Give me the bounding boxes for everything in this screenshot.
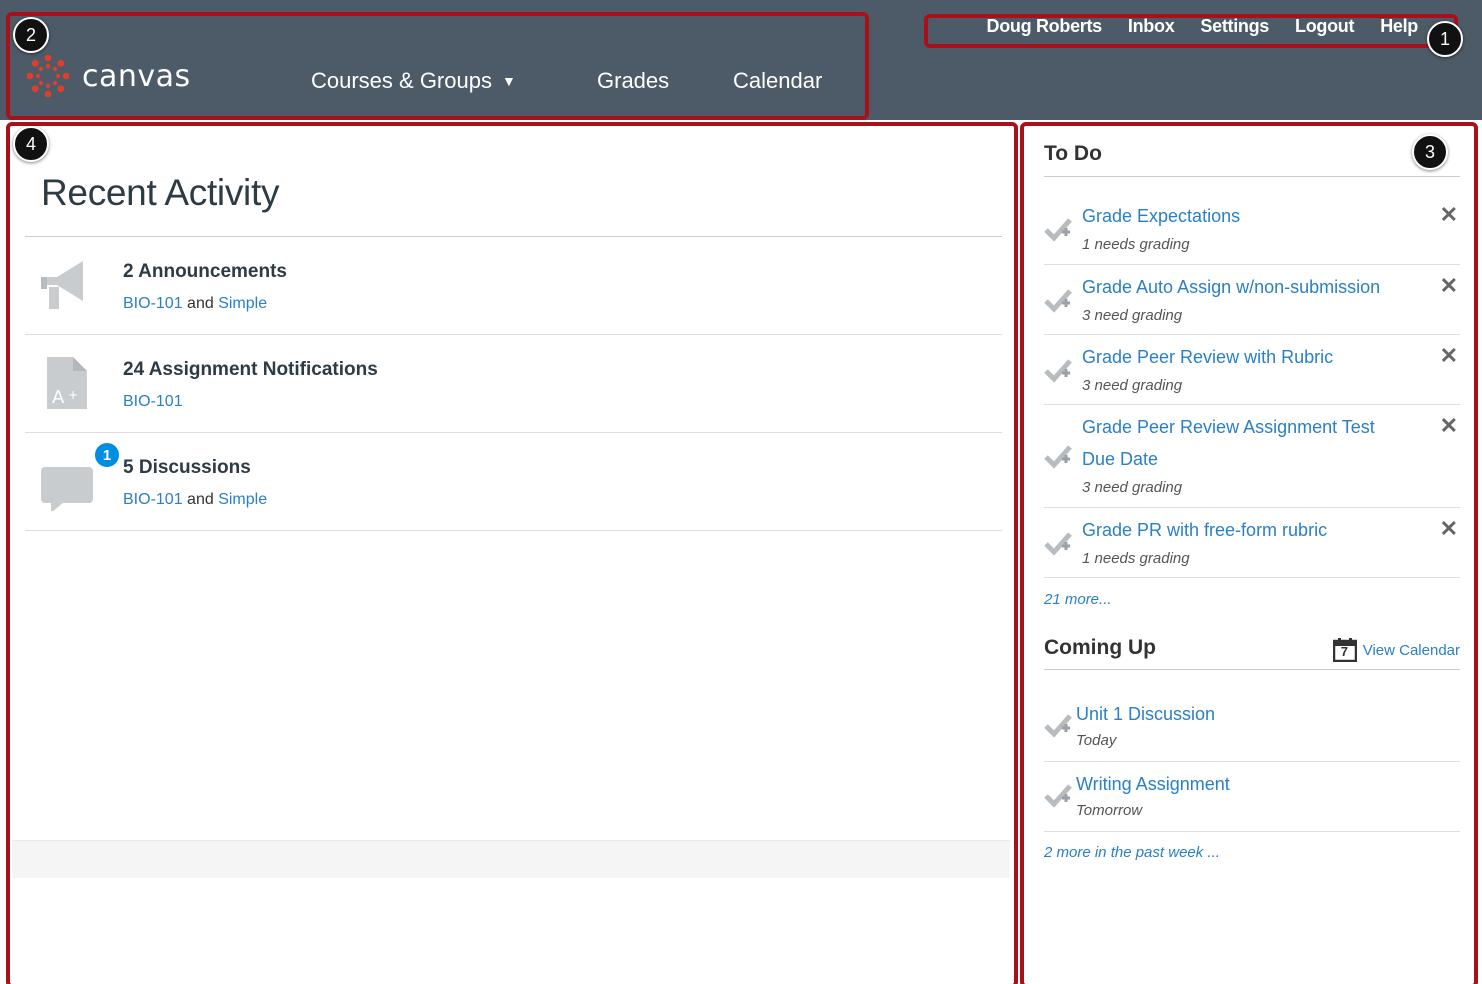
- callout-global-nav: [6, 12, 869, 120]
- callout-sidebar: [1020, 122, 1478, 984]
- marker-3: 3: [1412, 134, 1448, 170]
- marker-2: 2: [13, 17, 49, 53]
- marker-1: 1: [1427, 21, 1463, 57]
- marker-4: 4: [13, 126, 49, 162]
- callout-user-nav: [924, 14, 1458, 48]
- callout-recent-activity: [6, 122, 1018, 984]
